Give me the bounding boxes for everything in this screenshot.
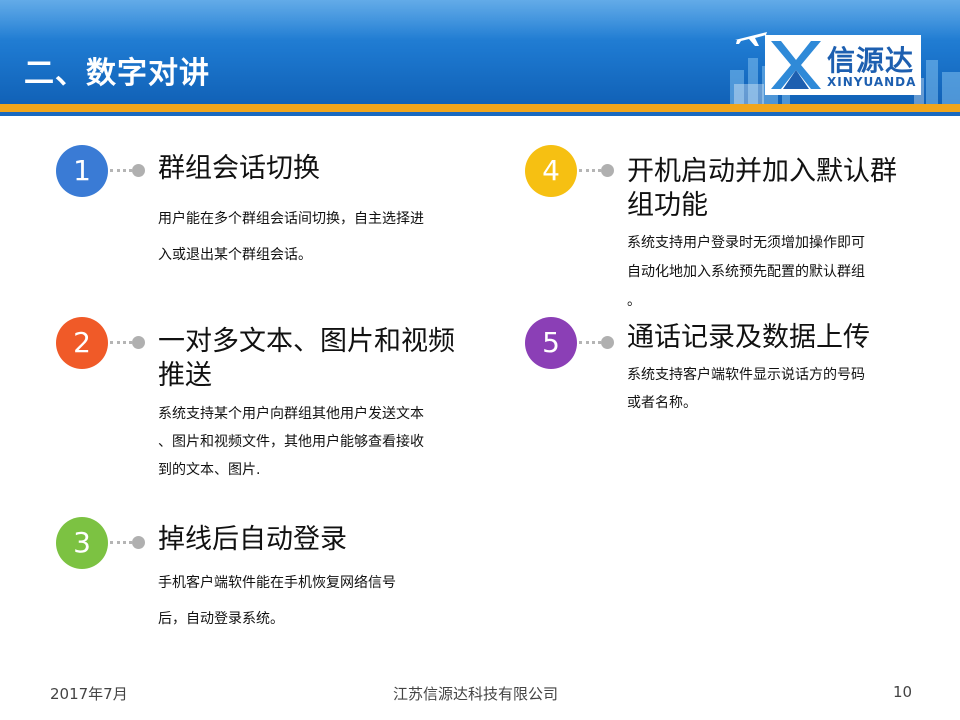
- desc-line: 入或退出某个群组会话。: [158, 247, 312, 263]
- logo-english-name: XINYUANDA: [827, 75, 917, 89]
- logo-chinese-name: 信源达: [827, 44, 915, 77]
- page-number: 10: [893, 683, 913, 701]
- number-badge-2: 2: [56, 317, 108, 369]
- desc-line: 到的文本、图片.: [158, 462, 261, 478]
- desc-line: 手机客户端软件能在手机恢复网络信号: [158, 575, 396, 591]
- feature-title: 通话记录及数据上传: [627, 321, 870, 355]
- number-badge-1: 1: [56, 145, 108, 197]
- title-line: 开机启动并加入默认群: [627, 156, 897, 187]
- desc-line: 用户能在多个群组会话间切换，自主选择进: [158, 211, 424, 227]
- number-badge-4: 4: [525, 145, 577, 197]
- feature-description: 系统支持某个用户向群组其他用户发送文本 、图片和视频文件，其他用户能够查看接收 …: [158, 400, 424, 484]
- feature-title: 群组会话切换: [158, 152, 320, 186]
- connector-knob: [601, 164, 614, 177]
- connector-knob: [601, 336, 614, 349]
- footer-date: 2017年7月: [50, 685, 128, 703]
- desc-line: 系统支持用户登录时无须增加操作即可: [627, 235, 865, 251]
- connector-knob: [132, 164, 145, 177]
- feature-title: 掉线后自动登录: [158, 523, 347, 557]
- logo-mark-icon: [771, 41, 821, 89]
- page-title: 二、数字对讲: [24, 56, 210, 91]
- desc-line: 系统支持客户端软件显示说话方的号码: [627, 367, 865, 383]
- desc-line: 系统支持某个用户向群组其他用户发送文本: [158, 406, 424, 422]
- desc-line: 自动化地加入系统预先配置的默认群组: [627, 264, 865, 280]
- connector-dots: [579, 341, 601, 344]
- number-badge-5: 5: [525, 317, 577, 369]
- title-line: 群组会话切换: [158, 153, 320, 184]
- title-line: 通话记录及数据上传: [627, 322, 870, 353]
- feature-title: 开机启动并加入默认群 组功能: [627, 155, 897, 223]
- feature-title: 一对多文本、图片和视频 推送: [158, 325, 455, 393]
- company-logo: 信源达 XINYUANDA: [765, 35, 921, 95]
- connector-dots: [110, 169, 132, 172]
- connector-knob: [132, 336, 145, 349]
- connector-dots: [579, 169, 601, 172]
- connector-dots: [110, 541, 132, 544]
- footer-company: 江苏信源达科技有限公司: [393, 685, 559, 703]
- feature-description: 用户能在多个群组会话间切换，自主选择进 入或退出某个群组会话。: [158, 201, 424, 273]
- title-line: 推送: [158, 360, 212, 391]
- title-line: 一对多文本、图片和视频: [158, 326, 455, 357]
- desc-line: 后，自动登录系统。: [158, 611, 284, 627]
- header-orange-stripe: [0, 104, 960, 112]
- desc-line: 或者名称。: [627, 395, 697, 411]
- header-banner: 信源达 XINYUANDA 二、数字对讲: [0, 0, 960, 112]
- feature-description: 系统支持用户登录时无须增加操作即可 自动化地加入系统预先配置的默认群组 。: [627, 229, 865, 316]
- connector-knob: [132, 536, 145, 549]
- title-line: 掉线后自动登录: [158, 524, 347, 555]
- header-blue-stripe: [0, 112, 960, 116]
- title-line: 组功能: [627, 190, 708, 221]
- desc-line: 、图片和视频文件，其他用户能够查看接收: [158, 434, 424, 450]
- desc-line: 。: [627, 293, 641, 309]
- feature-description: 手机客户端软件能在手机恢复网络信号 后，自动登录系统。: [158, 565, 396, 637]
- airplane-icon: [735, 32, 767, 46]
- connector-dots: [110, 341, 132, 344]
- feature-description: 系统支持客户端软件显示说话方的号码 或者名称。: [627, 361, 865, 417]
- number-badge-3: 3: [56, 517, 108, 569]
